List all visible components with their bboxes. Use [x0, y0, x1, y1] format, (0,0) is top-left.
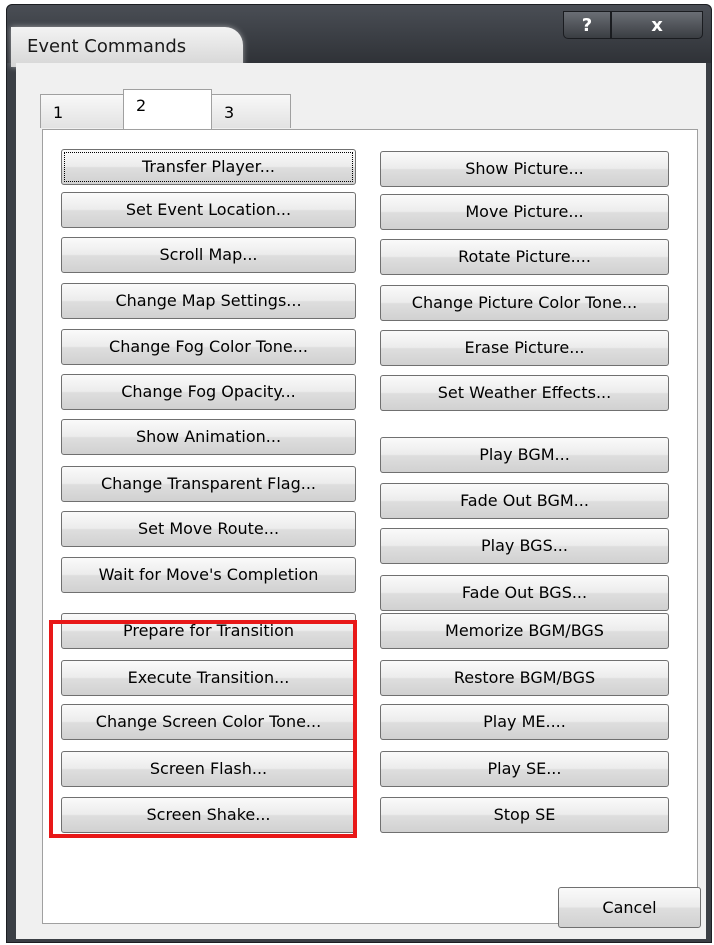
- help-button[interactable]: ?: [563, 11, 611, 39]
- left-command-button[interactable]: Screen Flash...: [61, 751, 356, 787]
- right-command-button[interactable]: Play ME....: [380, 704, 669, 740]
- tab-label: 3: [224, 103, 235, 122]
- left-command-button[interactable]: Scroll Map...: [61, 237, 356, 273]
- left-command-button[interactable]: Change Transparent Flag...: [61, 466, 356, 502]
- left-command-button[interactable]: Set Event Location...: [61, 192, 356, 228]
- right-command-button[interactable]: Play BGS...: [380, 528, 669, 564]
- right-command-button[interactable]: Change Picture Color Tone...: [380, 285, 669, 321]
- tab-label: 2: [136, 96, 147, 115]
- right-command-button[interactable]: Fade Out BGM...: [380, 483, 669, 519]
- cancel-button[interactable]: Cancel: [558, 887, 701, 928]
- right-command-button[interactable]: Fade Out BGS...: [380, 575, 669, 611]
- left-command-button[interactable]: Set Move Route...: [61, 511, 356, 547]
- tab-label: 1: [53, 103, 64, 122]
- left-command-button[interactable]: Transfer Player...: [61, 149, 356, 185]
- left-command-button[interactable]: Screen Shake...: [61, 797, 356, 833]
- left-command-button[interactable]: Change Fog Color Tone...: [61, 329, 356, 365]
- right-command-button[interactable]: Show Picture...: [380, 151, 669, 187]
- right-command-button[interactable]: Memorize BGM/BGS: [380, 613, 669, 649]
- help-icon: ?: [581, 15, 593, 36]
- right-command-button[interactable]: Rotate Picture....: [380, 239, 669, 275]
- left-command-button[interactable]: Show Animation...: [61, 419, 356, 455]
- left-command-button[interactable]: Change Map Settings...: [61, 283, 356, 319]
- right-command-button[interactable]: Move Picture...: [380, 194, 669, 230]
- tab-1[interactable]: 1: [40, 94, 124, 128]
- right-command-button[interactable]: Play SE...: [380, 751, 669, 787]
- right-command-button[interactable]: Set Weather Effects...: [380, 375, 669, 411]
- right-command-button[interactable]: Stop SE: [380, 797, 669, 833]
- left-command-button[interactable]: Wait for Move's Completion: [61, 557, 356, 593]
- right-command-button[interactable]: Play BGM...: [380, 437, 669, 473]
- tab-2[interactable]: 2: [123, 89, 212, 129]
- window-title: Event Commands: [27, 36, 187, 57]
- left-command-button[interactable]: Execute Transition...: [61, 660, 356, 696]
- close-button[interactable]: x: [611, 11, 703, 39]
- right-command-button[interactable]: Restore BGM/BGS: [380, 660, 669, 696]
- left-command-button[interactable]: Change Fog Opacity...: [61, 374, 356, 410]
- tab-3[interactable]: 3: [211, 94, 291, 128]
- right-command-button[interactable]: Erase Picture...: [380, 330, 669, 366]
- left-command-button[interactable]: Prepare for Transition: [61, 613, 356, 649]
- close-icon: x: [651, 15, 663, 36]
- left-command-button[interactable]: Change Screen Color Tone...: [61, 704, 356, 740]
